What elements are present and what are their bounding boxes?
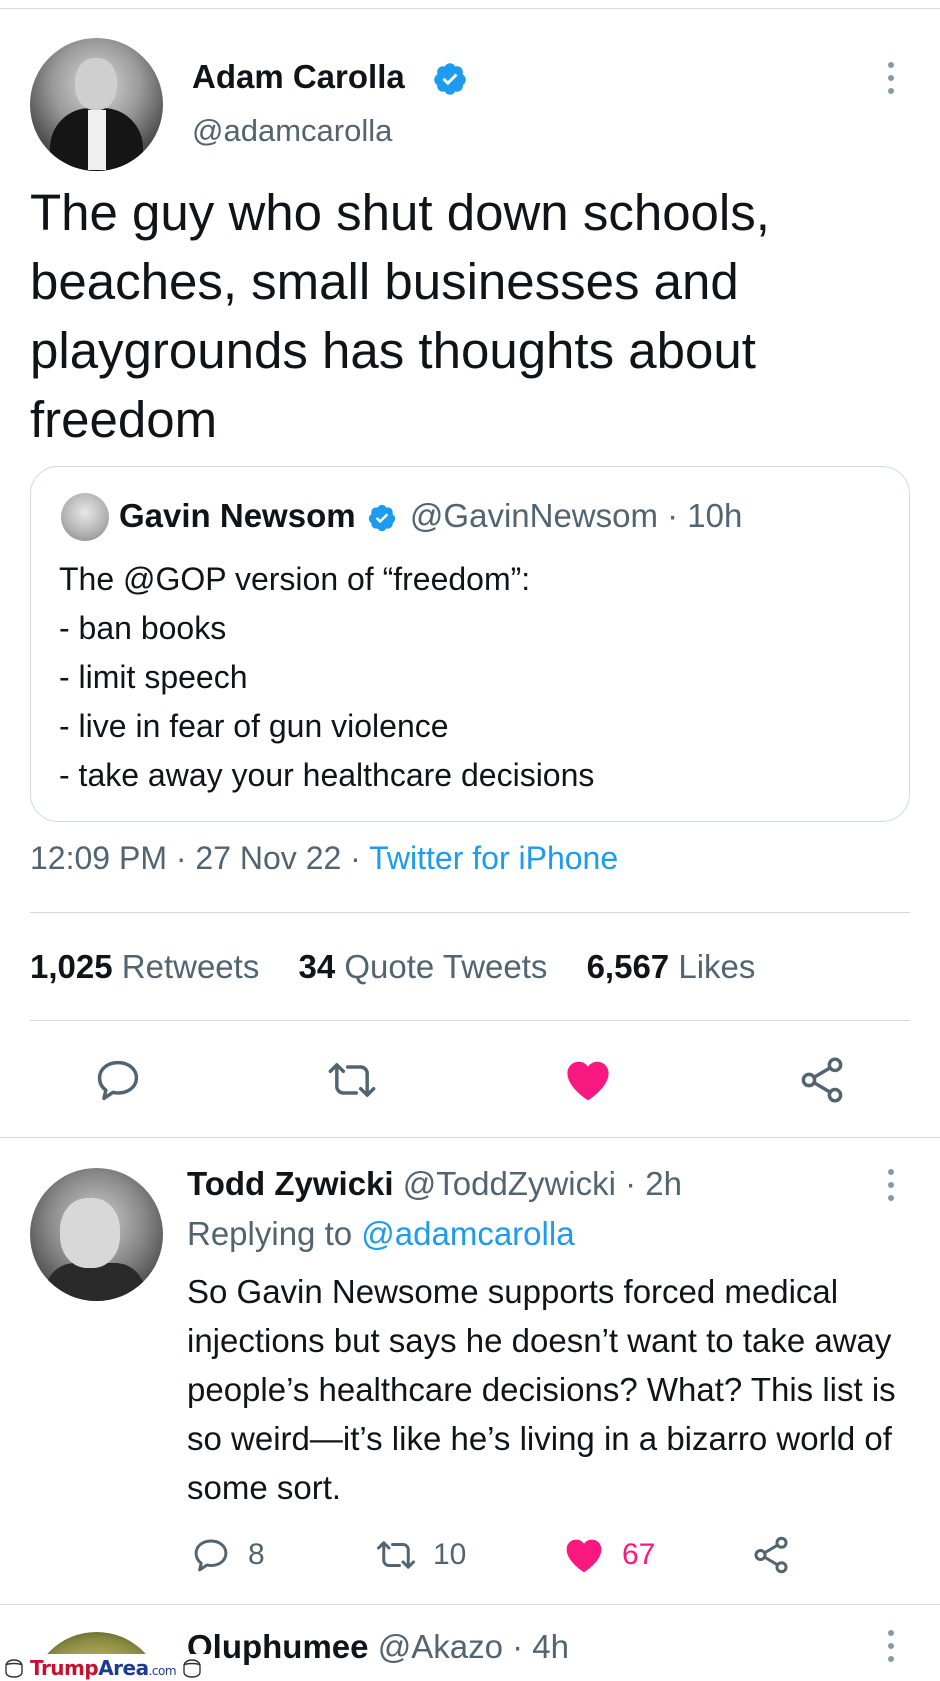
divider [0,1137,940,1138]
mascot-icon [183,1658,201,1678]
quoted-author-name: Gavin Newsom [119,497,356,534]
watermark-part2: Area [98,1655,149,1680]
quoted-tweet-card[interactable]: Gavin Newsom @GavinNewsom · 10h The @GOP… [30,466,910,822]
share-icon[interactable] [796,1054,848,1106]
author-avatar[interactable] [30,38,163,171]
tweet-stats: 1,025 Retweets 34 Quote Tweets 6,567 Lik… [30,948,755,986]
quoted-line: - ban books [59,610,227,646]
divider [30,1020,910,1021]
reply-retweet-button[interactable]: 10 [375,1530,466,1580]
share-icon [754,1536,788,1574]
reply-icon [194,1539,228,1572]
reply-author-avatar[interactable] [30,1168,163,1301]
quotes-label[interactable]: Quote Tweets [344,948,547,985]
more-options-icon[interactable] [876,60,906,96]
retweets-label[interactable]: Retweets [122,948,260,985]
quoted-author-avatar [61,493,109,541]
watermark-part3: .com [148,1663,177,1678]
quoted-tweet-header: Gavin Newsom @GavinNewsom · 10h [119,497,742,535]
source-link[interactable]: Twitter for iPhone [369,840,618,876]
reply-icon[interactable] [92,1054,144,1106]
quoted-line: - limit speech [59,659,248,695]
top-divider [0,8,940,9]
likes-label[interactable]: Likes [678,948,755,985]
reply-count: 8 [248,1538,265,1571]
watermark-part1: Trump [30,1655,99,1680]
author-name[interactable]: Adam Carolla [192,58,405,96]
quotes-count[interactable]: 34 [299,948,336,985]
reply-text: So Gavin Newsome supports forced medical… [187,1273,896,1506]
reply-author-name[interactable]: Todd Zywicki [187,1165,394,1202]
quoted-tweet-text: The @GOP version of “freedom”: - ban boo… [59,555,594,800]
divider [30,912,910,913]
like-count: 67 [622,1538,656,1571]
site-watermark: TrumpArea.com [0,1654,215,1681]
verified-badge-icon [434,63,466,95]
quoted-line: - live in fear of gun violence [59,708,449,744]
like-heart-icon [566,1539,602,1573]
retweet-count: 10 [433,1538,467,1571]
reply-share-button[interactable] [750,1530,808,1580]
replying-mention-link[interactable]: @adamcarolla [361,1215,574,1252]
reply-header: Todd Zywicki @ToddZywicki · 2h [187,1165,682,1203]
more-options-icon[interactable] [876,1167,906,1203]
reply-like-button[interactable]: 67 [562,1530,655,1580]
like-heart-icon[interactable] [562,1054,614,1106]
more-options-icon[interactable] [876,1628,906,1664]
reply-reply-button[interactable]: 8 [190,1530,265,1580]
replying-prefix: Replying to [187,1215,353,1252]
timestamp-text: 12:09 PM · 27 Nov 22 · [30,840,370,876]
likes-count[interactable]: 6,567 [587,948,670,985]
verified-badge-icon [368,505,395,532]
replying-to: Replying to @adamcarolla [187,1215,575,1253]
quoted-line: The @GOP version of “freedom”: [59,561,531,597]
next-reply-header: Oluphumee @Akazo · 4h [187,1628,569,1666]
retweet-icon [377,1541,415,1569]
mascot-icon [5,1658,23,1678]
divider [0,1604,940,1605]
quoted-author-handle: @GavinNewsom · 10h [409,497,743,534]
quoted-line: - take away your healthcare decisions [59,757,595,793]
tweet-timestamp: 12:09 PM · 27 Nov 22 · Twitter for iPhon… [30,840,618,877]
tweet-text: The guy who shut down schools, beaches, … [30,184,770,448]
retweet-icon[interactable] [326,1054,378,1106]
next-reply-author-meta[interactable]: @Akazo · 4h [378,1628,569,1665]
retweets-count[interactable]: 1,025 [30,948,113,985]
reply-author-meta[interactable]: @ToddZywicki · 2h [403,1165,682,1202]
author-handle[interactable]: @adamcarolla [192,113,392,149]
